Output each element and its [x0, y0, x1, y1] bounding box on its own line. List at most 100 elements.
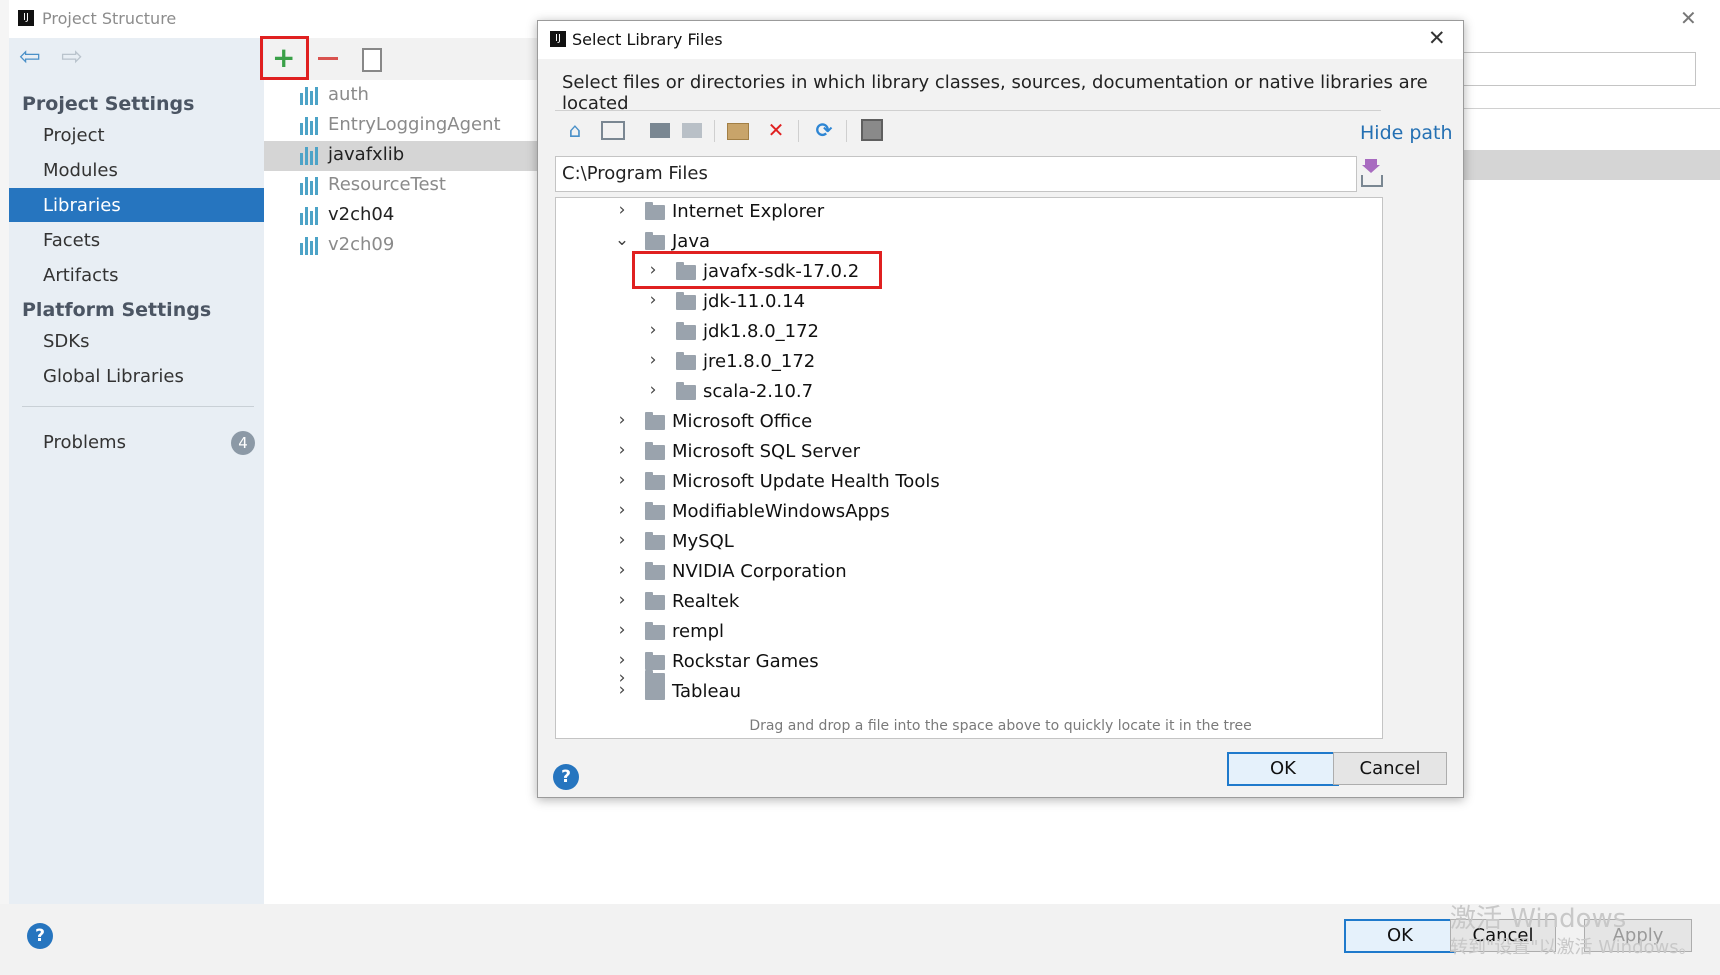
module-folder-icon[interactable]	[680, 118, 704, 142]
chevron-right-icon[interactable]: ›	[614, 200, 630, 220]
folder-icon	[645, 202, 665, 220]
sidebar-item-global-libraries[interactable]: Global Libraries	[43, 366, 184, 387]
chevron-right-icon[interactable]: ›	[645, 290, 661, 310]
tree-node[interactable]: › NVIDIA Corporation	[556, 558, 1382, 588]
problems-count-badge: 4	[231, 431, 255, 455]
dialog-description: Select files or directories in which lib…	[562, 72, 1428, 114]
folder-icon	[676, 382, 696, 400]
ok-button[interactable]: OK	[1344, 919, 1456, 953]
tree-node[interactable]: › jdk-11.0.14	[556, 288, 1382, 318]
folder-icon	[645, 232, 665, 250]
library-item-resourcetest[interactable]: ResourceTest	[264, 171, 554, 201]
tree-node-label: jre1.8.0_172	[703, 351, 816, 372]
tree-node-label: MySQL	[672, 531, 734, 552]
folder-icon	[645, 502, 665, 520]
library-icon	[300, 206, 322, 226]
sidebar-item-artifacts[interactable]: Artifacts	[43, 265, 118, 286]
tree-node[interactable]: › Internet Explorer	[556, 198, 1382, 228]
sidebar-item-modules[interactable]: Modules	[43, 160, 118, 181]
tree-node[interactable]: › Microsoft Update Health Tools	[556, 468, 1382, 498]
tree-node-label: ModifiableWindowsApps	[672, 501, 890, 522]
library-label: EntryLoggingAgent	[328, 114, 501, 135]
tree-node-partial: ›	[556, 666, 1382, 696]
library-icon	[300, 86, 322, 106]
path-input-value: C:\Program Files	[562, 163, 708, 184]
sidebar-item-problems[interactable]: Problems	[43, 432, 126, 453]
project-folder-icon[interactable]	[648, 118, 672, 142]
help-icon[interactable]: ?	[27, 923, 53, 949]
chevron-right-icon[interactable]: ›	[614, 590, 630, 610]
library-item-v2ch04[interactable]: v2ch04	[264, 201, 554, 231]
library-label: ResourceTest	[328, 174, 446, 195]
close-icon[interactable]: ✕	[1680, 6, 1697, 30]
description-divider	[555, 110, 1381, 111]
sidebar-item-libraries[interactable]: Libraries	[43, 195, 121, 216]
tree-node-label: Realtek	[672, 591, 740, 612]
help-icon[interactable]: ?	[553, 764, 579, 790]
library-label: v2ch09	[328, 234, 395, 255]
add-icon[interactable]: +	[272, 41, 295, 74]
chevron-right-icon[interactable]: ›	[614, 470, 630, 490]
hide-path-link[interactable]: Hide path	[1360, 122, 1453, 144]
details-selected-row	[1454, 150, 1720, 180]
sidebar-item-facets[interactable]: Facets	[43, 230, 100, 251]
library-label: auth	[328, 84, 369, 105]
chevron-right-icon[interactable]: ›	[614, 440, 630, 460]
chevron-right-icon[interactable]: ›	[645, 320, 661, 340]
back-arrow-icon[interactable]: ⇦	[19, 42, 41, 72]
path-input[interactable]: C:\Program Files	[555, 156, 1357, 192]
folder-icon	[645, 472, 665, 490]
platform-settings-header: Platform Settings	[22, 299, 212, 321]
desktop-icon[interactable]	[601, 118, 625, 142]
tree-node-label: Java	[672, 231, 711, 252]
library-item-javafxlib[interactable]: javafxlib	[264, 141, 554, 171]
tree-node-label: jdk1.8.0_172	[703, 321, 820, 342]
remove-icon[interactable]	[318, 57, 338, 60]
close-icon[interactable]: ✕	[1428, 26, 1446, 50]
chevron-down-icon[interactable]: ⌄	[614, 230, 630, 250]
tree-node[interactable]: › MySQL	[556, 528, 1382, 558]
chevron-right-icon[interactable]: ›	[614, 560, 630, 580]
chevron-right-icon[interactable]: ›	[614, 530, 630, 550]
tree-node[interactable]: › ModifiableWindowsApps	[556, 498, 1382, 528]
delete-icon[interactable]: ✕	[764, 118, 788, 142]
chevron-right-icon[interactable]: ›	[614, 620, 630, 640]
library-item-v2ch09[interactable]: v2ch09	[264, 231, 554, 261]
show-hidden-files-icon[interactable]	[860, 118, 884, 142]
sidebar-item-sdks[interactable]: SDKs	[43, 331, 89, 352]
sidebar-item-project[interactable]: Project	[43, 125, 105, 146]
file-tree[interactable]: › Internet Explorer ⌄ Java › javafx-sdk-17.0.…	[555, 197, 1383, 739]
drag-drop-hint: Drag and drop a file into the space abov…	[749, 718, 1252, 734]
refresh-icon[interactable]: ⟳	[812, 118, 836, 142]
tree-node-label: scala-2.10.7	[703, 381, 814, 402]
sidebar-divider	[22, 406, 254, 407]
toolbar-separator	[798, 120, 799, 142]
new-folder-icon[interactable]	[726, 118, 750, 142]
tree-node-label: rempl	[672, 621, 725, 642]
tree-node[interactable]: › jre1.8.0_172	[556, 348, 1382, 378]
chevron-right-icon[interactable]: ›	[645, 380, 661, 400]
tree-node[interactable]: › Microsoft SQL Server	[556, 438, 1382, 468]
path-history-icon[interactable]	[1361, 159, 1383, 187]
folder-icon	[645, 592, 665, 610]
library-icon	[300, 116, 322, 136]
chevron-right-icon[interactable]: ›	[614, 410, 630, 430]
details-input-box[interactable]	[1454, 52, 1696, 86]
library-label: v2ch04	[328, 204, 395, 225]
details-divider	[1454, 108, 1720, 109]
chevron-right-icon[interactable]: ›	[614, 500, 630, 520]
home-icon[interactable]: ⌂	[563, 118, 587, 142]
library-item-entryloggingagent[interactable]: EntryLoggingAgent	[264, 111, 554, 141]
tree-node[interactable]: › jdk1.8.0_172	[556, 318, 1382, 348]
chevron-right-icon[interactable]: ›	[645, 350, 661, 370]
tree-node[interactable]: › Microsoft Office	[556, 408, 1382, 438]
tree-node-label: Internet Explorer	[672, 201, 825, 222]
dialog-ok-button[interactable]: OK	[1227, 752, 1339, 786]
dialog-cancel-button[interactable]: Cancel	[1333, 752, 1447, 785]
tree-node[interactable]: › Realtek	[556, 588, 1382, 618]
forward-arrow-icon[interactable]: ⇨	[61, 42, 83, 72]
library-item-auth[interactable]: auth	[264, 81, 554, 111]
tree-node[interactable]: › scala-2.10.7	[556, 378, 1382, 408]
tree-node[interactable]: › rempl	[556, 618, 1382, 648]
copy-icon[interactable]	[362, 48, 382, 72]
